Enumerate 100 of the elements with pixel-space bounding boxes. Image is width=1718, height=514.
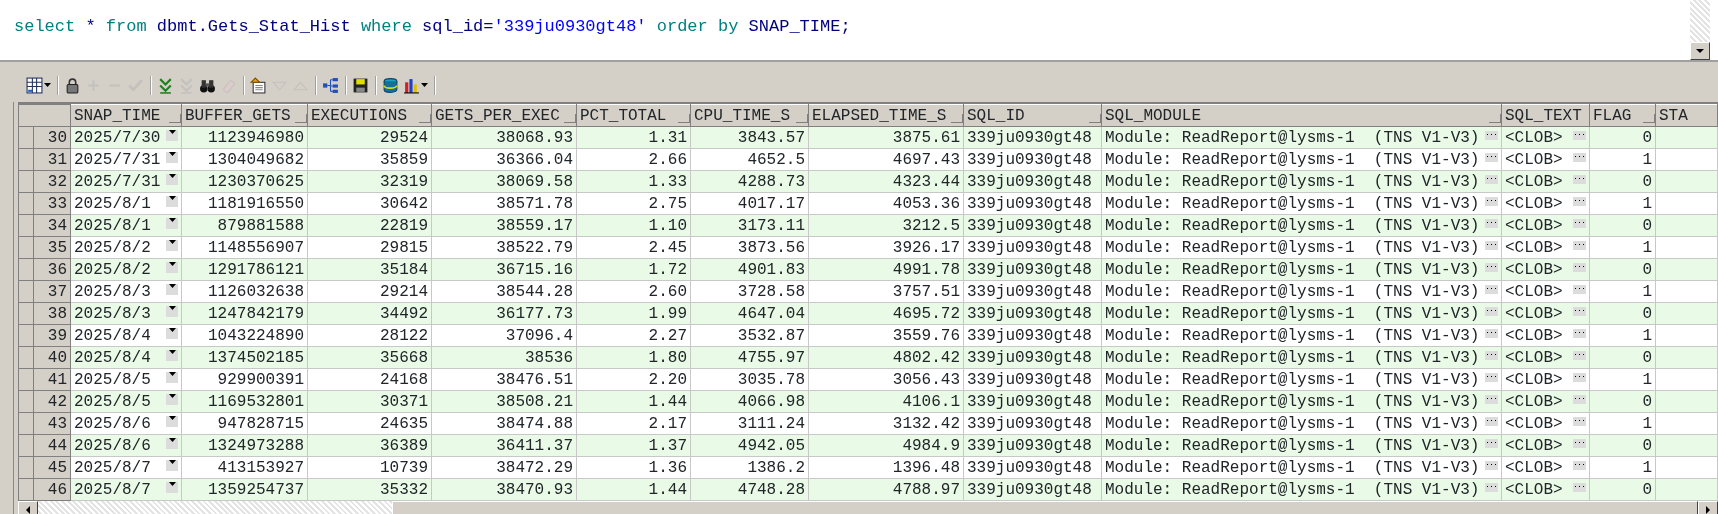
scroll-down-button[interactable] — [1690, 42, 1710, 60]
ellipsis-button[interactable] — [1573, 218, 1586, 228]
ellipsis-button[interactable] — [1485, 416, 1498, 426]
column-header[interactable]: SNAP_TIME — [70, 104, 182, 127]
table-cell: 4991.78 — [808, 258, 964, 281]
table-cell: <CLOB> — [1505, 369, 1563, 390]
dropdown-button[interactable] — [166, 349, 178, 361]
ellipsis-button[interactable] — [1573, 372, 1586, 382]
ellipsis-button[interactable] — [1485, 438, 1498, 448]
grid-button[interactable] — [25, 75, 52, 95]
ellipsis-button[interactable] — [1573, 262, 1586, 272]
table-cell: Module: ReadReport@lysms-1 (TNS V1-V3) — [1105, 259, 1480, 280]
dropdown-button[interactable] — [166, 327, 178, 339]
table-cell: 2025/8/6 — [74, 413, 151, 434]
dropdown-button[interactable] — [166, 129, 178, 141]
table-cell: 339ju0930gt48 — [963, 170, 1102, 193]
table-cell: 3132.42 — [808, 412, 964, 435]
ellipsis-button[interactable] — [1485, 306, 1498, 316]
caret-icon — [168, 415, 176, 420]
column-header[interactable]: SQL_MODULE — [1101, 104, 1502, 127]
table-cell: 4053.36 — [808, 192, 964, 215]
column-header[interactable]: SQL_ID — [963, 104, 1102, 127]
ellipsis-button[interactable] — [1573, 416, 1586, 426]
database-button[interactable] — [381, 75, 400, 95]
row-indicator — [18, 412, 34, 435]
ellipsis-button[interactable] — [1573, 240, 1586, 250]
column-header[interactable]: BUFFER_GETS — [181, 104, 308, 127]
table-cell: 3757.51 — [808, 280, 964, 303]
caret-icon — [168, 217, 176, 222]
ellipsis-button[interactable] — [1573, 350, 1586, 360]
column-header[interactable]: FLAG — [1589, 104, 1656, 127]
column-header[interactable]: PCT_TOTAL — [576, 104, 691, 127]
table-cell: 38536 — [431, 346, 577, 369]
dropdown-button[interactable] — [166, 415, 178, 427]
ellipsis-button[interactable] — [1573, 394, 1586, 404]
ellipsis-button[interactable] — [1573, 174, 1586, 184]
ellipsis-button[interactable] — [1485, 152, 1498, 162]
ellipsis-button[interactable] — [1573, 438, 1586, 448]
table-cell: 339ju0930gt48 — [963, 148, 1102, 171]
ellipsis-button[interactable] — [1573, 328, 1586, 338]
dropdown-button[interactable] — [166, 195, 178, 207]
column-header[interactable]: CPU_TIME_S — [690, 104, 809, 127]
ellipsis-button[interactable] — [1485, 482, 1498, 492]
ellipsis-button[interactable] — [1485, 350, 1498, 360]
column-header[interactable]: EXECUTIONS — [307, 104, 432, 127]
ellipsis-button[interactable] — [1573, 130, 1586, 140]
ellipsis-button[interactable] — [1485, 460, 1498, 470]
ellipsis-button[interactable] — [1573, 152, 1586, 162]
scroll-thumb[interactable] — [392, 501, 1698, 514]
horizontal-scrollbar[interactable] — [18, 501, 1718, 514]
ellipsis-button[interactable] — [1485, 394, 1498, 404]
ellipsis-button[interactable] — [1485, 284, 1498, 294]
ellipsis-button[interactable] — [1485, 218, 1498, 228]
dropdown-button[interactable] — [166, 393, 178, 405]
dropdown-button[interactable] — [166, 459, 178, 471]
import-button[interactable] — [249, 75, 268, 95]
ellipsis-button[interactable] — [1485, 328, 1498, 338]
table-cell: 37096.4 — [431, 324, 577, 347]
ellipsis-button[interactable] — [1485, 130, 1498, 140]
table-cell: 38522.79 — [431, 236, 577, 259]
ellipsis-button[interactable] — [1573, 196, 1586, 206]
caret-icon — [44, 83, 51, 87]
dropdown-button[interactable] — [166, 261, 178, 273]
dropdown-button[interactable] — [166, 173, 178, 185]
dropdown-button[interactable] — [166, 217, 178, 229]
ellipsis-button[interactable] — [1573, 306, 1586, 316]
column-header[interactable]: STA — [1655, 104, 1718, 127]
dropdown-button[interactable] — [166, 371, 178, 383]
column-header[interactable]: SQL_TEXT — [1501, 104, 1590, 127]
ellipsis-button[interactable] — [1485, 240, 1498, 250]
ellipsis-button[interactable] — [1485, 372, 1498, 382]
dropdown-button[interactable] — [166, 151, 178, 163]
ellipsis-button[interactable] — [1485, 196, 1498, 206]
table-cell: <CLOB> — [1505, 127, 1563, 148]
column-header[interactable]: GETS_PER_EXEC — [431, 104, 577, 127]
ellipsis-button[interactable] — [1485, 174, 1498, 184]
row-indicator — [18, 478, 34, 501]
vertical-scrollbar[interactable] — [1690, 0, 1710, 60]
row-indicator — [18, 346, 34, 369]
scroll-right-button[interactable] — [1698, 501, 1718, 514]
table-cell: 4802.42 — [808, 346, 964, 369]
table-cell: Module: ReadReport@lysms-1 (TNS V1-V3) — [1105, 369, 1480, 390]
dropdown-button[interactable] — [166, 239, 178, 251]
scroll-left-button[interactable] — [18, 501, 38, 514]
column-header[interactable]: ELAPSED_TIME_S — [808, 104, 964, 127]
dropdown-button[interactable] — [166, 437, 178, 449]
caret-icon — [168, 393, 176, 398]
dropdown-button[interactable] — [166, 283, 178, 295]
row-indicator — [18, 126, 34, 149]
table-cell: <CLOB> — [1505, 171, 1563, 192]
ellipsis-button[interactable] — [1573, 460, 1586, 470]
ellipsis-button[interactable] — [1485, 262, 1498, 272]
ellipsis-button[interactable] — [1573, 284, 1586, 294]
table-cell: <CLOB> — [1505, 303, 1563, 324]
table-cell: 2025/8/3 — [74, 281, 151, 302]
tree-button[interactable] — [321, 75, 340, 95]
dropdown-button[interactable] — [166, 305, 178, 317]
grid-icon — [26, 76, 43, 94]
dropdown-button[interactable] — [166, 481, 178, 493]
ellipsis-button[interactable] — [1573, 482, 1586, 492]
